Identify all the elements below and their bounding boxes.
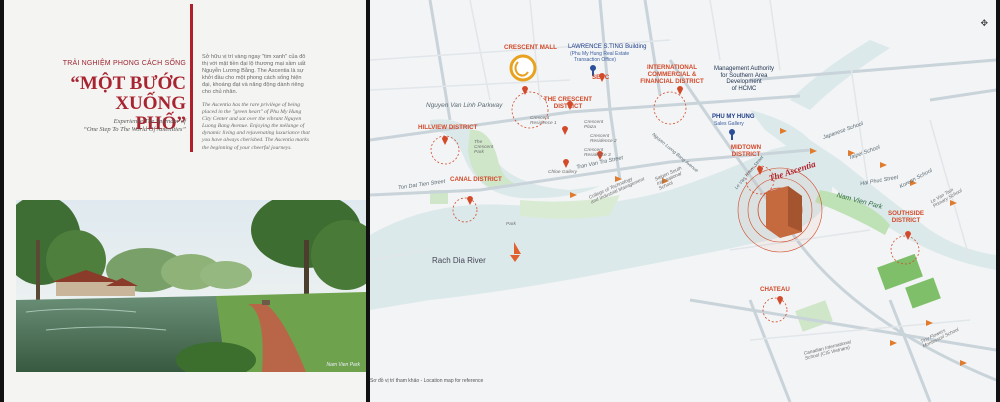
intl-line-2: COMMERCIAL & xyxy=(647,71,697,78)
park-label: Park xyxy=(506,222,516,227)
mgmt-line-4: of HCMC xyxy=(731,85,757,92)
intl-district-label: INTERNATIONAL COMMERCIAL & FINANCIAL DIS… xyxy=(640,64,704,85)
location-map: CRESCENT MALL LAWRENCE S.TING Building (… xyxy=(370,0,996,402)
midtown-line-1: MIDTOWN xyxy=(730,144,762,151)
canal-district-label: CANAL DISTRICT xyxy=(450,176,502,183)
subtitle-line-2: “One Step To The World Of Amenities” xyxy=(83,126,186,133)
southside-line-1: SOUTHSIDE xyxy=(887,210,925,217)
mgmt-line-1: Management Authority xyxy=(713,66,775,72)
crescent-plaza: Crescent Plaza xyxy=(584,120,604,131)
crescent-district-line-1: THE CRESCENT xyxy=(543,96,593,103)
accent-bar xyxy=(190,4,193,152)
map-footnote: Sơ đồ vị trí tham khảo - Location map fo… xyxy=(370,378,484,384)
southside-district-label: SOUTHSIDE DISTRICT xyxy=(886,210,926,224)
crescent-residence-2: Crescent Residence 2 xyxy=(590,134,617,145)
crescent-mall-label: CRESCENT MALL xyxy=(504,44,557,51)
chateau-label: CHATEAU xyxy=(760,286,790,293)
crescent-district-line-2: DISTRICT xyxy=(553,103,583,110)
ascentia-building xyxy=(766,186,802,238)
lawrence-building-label: LAWRENCE S.TING Building xyxy=(568,44,647,50)
park-illustration xyxy=(16,200,366,372)
rach-dia-river-label: Rach Dia River xyxy=(432,256,486,265)
brochure-spread: TRẢI NGHIỆM PHONG CÁCH SỐNG “MỘT BƯỚC XU… xyxy=(0,0,1000,402)
left-page: TRẢI NGHIỆM PHONG CÁCH SỐNG “MỘT BƯỚC XU… xyxy=(4,0,366,402)
subtitle-line-1: Experience The Splendor of xyxy=(113,118,186,125)
park-photo: Nam Vien Park xyxy=(16,200,366,372)
mgmt-authority-label: Management Authority for Southern Area D… xyxy=(708,66,780,92)
headline-line-1: “MỘT BƯỚC xyxy=(70,73,186,94)
compass-icon: ✥ xyxy=(980,18,988,28)
intl-line-3: FINANCIAL DISTRICT xyxy=(640,78,704,85)
map-graphic xyxy=(370,0,996,402)
pmh-sales-label: PHU MY HUNG xyxy=(712,114,755,120)
pmh-sales-sub: Sales Gallery xyxy=(714,121,744,127)
body-text-english: The Ascentia has the rare privilege of b… xyxy=(202,102,310,151)
crescent-district-label: THE CRESCENT DISTRICT xyxy=(538,96,598,110)
nvl-parkway-label: Nguyen Van Linh Parkway xyxy=(426,102,503,109)
body-text-vietnamese: Sở hữu vị trí vàng ngay "tim xanh" của đ… xyxy=(202,54,306,95)
lawrence-sub-2: Transaction Office) xyxy=(574,57,616,63)
chloe-gallery: Chloe Gallery xyxy=(548,170,578,175)
tagline: TRẢI NGHIỆM PHONG CÁCH SỐNG xyxy=(62,60,186,67)
intl-line-1: INTERNATIONAL xyxy=(646,64,698,71)
subtitle: Experience The Splendor of “One Step To … xyxy=(62,118,186,134)
secc-label: SECC xyxy=(592,74,610,81)
crescent-residence-1: Crescent Residence 1 xyxy=(530,116,557,127)
crescent-park: The Crescent Park xyxy=(474,140,494,156)
photo-caption: Nam Vien Park xyxy=(326,362,360,368)
hillview-district-label: HILLVIEW DISTRICT xyxy=(418,124,478,131)
southside-line-2: DISTRICT xyxy=(891,217,921,224)
